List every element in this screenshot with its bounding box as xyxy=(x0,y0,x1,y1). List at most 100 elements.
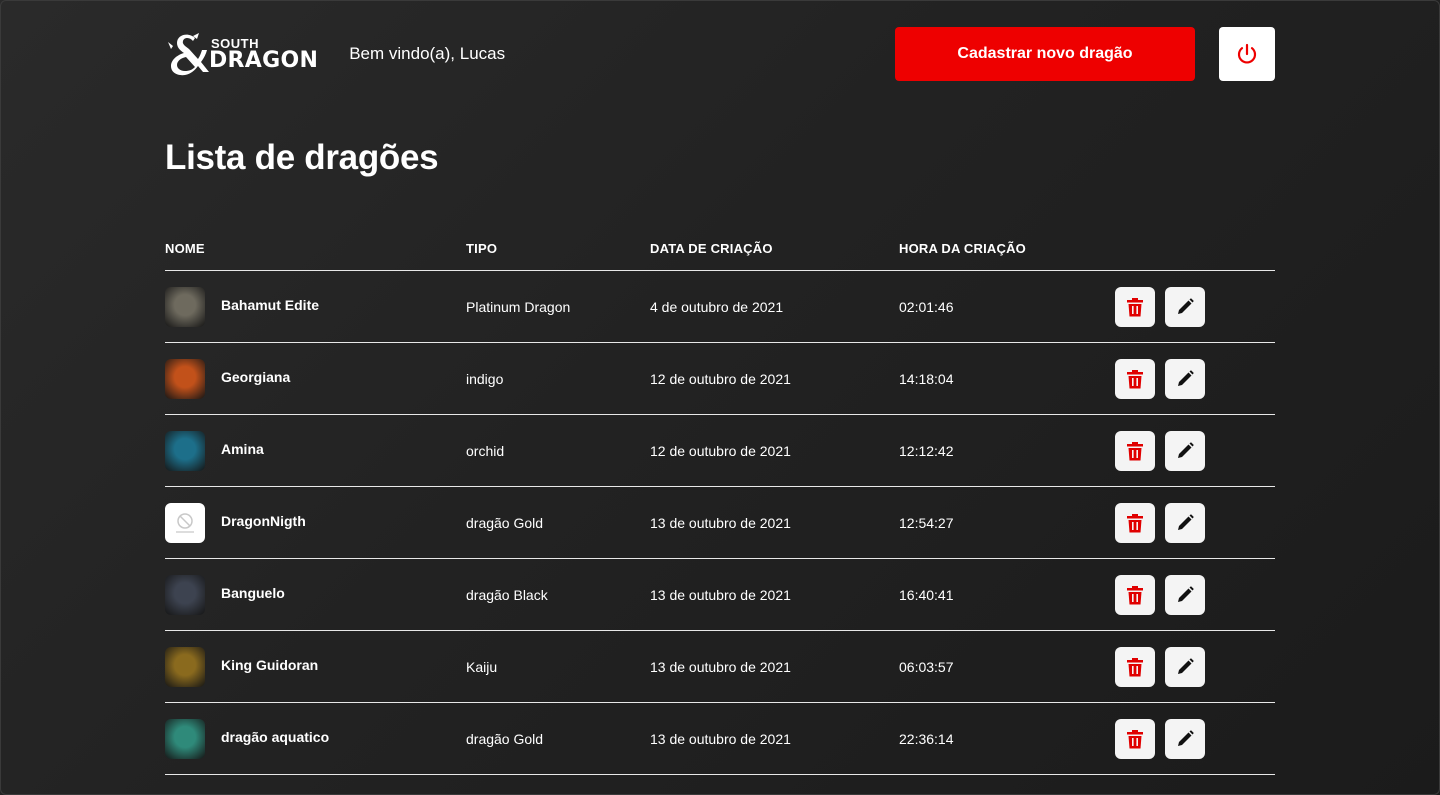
creation-time: 06:03:57 xyxy=(899,658,954,675)
placeholder-image-icon xyxy=(176,512,194,533)
trash-icon xyxy=(1127,657,1143,676)
row-actions xyxy=(1115,574,1275,615)
creation-time: 02:01:46 xyxy=(899,298,954,315)
dragon-thumbnail xyxy=(165,718,205,759)
column-header-type: TIPO xyxy=(466,241,498,256)
column-header-time: HORA DA CRIAÇÃO xyxy=(899,241,1026,256)
pencil-icon xyxy=(1178,369,1194,386)
pencil-icon xyxy=(1178,513,1194,530)
creation-date: 12 de outubro de 2021 xyxy=(650,370,791,387)
delete-button[interactable] xyxy=(1115,502,1155,543)
creation-time: 14:18:04 xyxy=(899,370,954,387)
dragon-name: King Guidoran xyxy=(221,656,319,673)
row-actions xyxy=(1115,502,1275,543)
trash-icon xyxy=(1127,513,1143,532)
dragon-thumbnail xyxy=(165,286,205,327)
name-cell: DragonNigth xyxy=(165,502,466,543)
dragon-name: Bahamut Edite xyxy=(221,296,320,313)
table-row[interactable]: King Guidoran Kaiju 13 de outubro de 202… xyxy=(165,631,1275,703)
table-body: Bahamut Edite Platinum Dragon 4 de outub… xyxy=(165,271,1275,775)
dragon-name: DragonNigth xyxy=(221,512,306,529)
name-cell: Amina xyxy=(165,430,466,471)
logout-button[interactable] xyxy=(1219,27,1275,81)
delete-button[interactable] xyxy=(1115,646,1155,687)
creation-time: 12:12:42 xyxy=(899,442,954,459)
creation-time: 22:36:14 xyxy=(899,730,954,747)
name-cell: Bahamut Edite xyxy=(165,286,466,327)
dragon-thumbnail xyxy=(165,574,205,615)
table-row[interactable]: Banguelo dragão Black 13 de outubro de 2… xyxy=(165,559,1275,631)
dragon-thumbnail xyxy=(165,646,205,687)
creation-date: 13 de outubro de 2021 xyxy=(650,586,791,603)
creation-date: 13 de outubro de 2021 xyxy=(650,658,791,675)
pencil-icon xyxy=(1178,729,1194,746)
dragon-table: NOME TIPO DATA DE CRIAÇÃO HORA DA CRIAÇÃ… xyxy=(165,232,1275,775)
delete-button[interactable] xyxy=(1115,286,1155,327)
edit-button[interactable] xyxy=(1165,502,1205,543)
creation-time: 12:54:27 xyxy=(899,514,954,531)
creation-date: 13 de outubro de 2021 xyxy=(650,514,791,531)
dragon-type: dragão Black xyxy=(466,586,548,603)
dragon-type: indigo xyxy=(466,370,504,387)
pencil-icon xyxy=(1178,657,1194,674)
dragon-type: dragão Gold xyxy=(466,730,544,747)
edit-button[interactable] xyxy=(1165,574,1205,615)
south-dragon-logo[interactable]: SOUTH DRAGON xyxy=(165,32,318,76)
trash-icon xyxy=(1127,369,1143,388)
edit-button[interactable] xyxy=(1165,430,1205,471)
table-row[interactable]: Bahamut Edite Platinum Dragon 4 de outub… xyxy=(165,271,1275,343)
creation-date: 4 de outubro de 2021 xyxy=(650,298,784,315)
table-header: NOME TIPO DATA DE CRIAÇÃO HORA DA CRIAÇÃ… xyxy=(165,232,1275,271)
edit-button[interactable] xyxy=(1165,718,1205,759)
dragon-name: Banguelo xyxy=(221,584,285,601)
delete-button[interactable] xyxy=(1115,358,1155,399)
dragon-name: Georgiana xyxy=(221,368,291,385)
table-row[interactable]: DragonNigth dragão Gold 13 de outubro de… xyxy=(165,487,1275,559)
table-row[interactable]: dragão aquatico dragão Gold 13 de outubr… xyxy=(165,703,1275,775)
dragon-name: dragão aquatico xyxy=(221,728,330,745)
dragon-thumbnail xyxy=(165,430,205,471)
new-dragon-button[interactable]: Cadastrar novo dragão xyxy=(895,27,1195,81)
trash-icon xyxy=(1127,297,1143,316)
pencil-icon xyxy=(1178,585,1194,602)
table-row[interactable]: Amina orchid 12 de outubro de 2021 12:12… xyxy=(165,415,1275,487)
dragon-type: Kaiju xyxy=(466,658,498,675)
delete-button[interactable] xyxy=(1115,718,1155,759)
logo-text-bottom: DRAGON xyxy=(209,47,319,73)
edit-button[interactable] xyxy=(1165,646,1205,687)
trash-icon xyxy=(1127,585,1143,604)
name-cell: Georgiana xyxy=(165,358,466,399)
dragon-type: orchid xyxy=(466,442,505,459)
edit-button[interactable] xyxy=(1165,286,1205,327)
creation-time: 16:40:41 xyxy=(899,586,954,603)
dragon-name: Amina xyxy=(221,440,264,457)
delete-button[interactable] xyxy=(1115,574,1155,615)
row-actions xyxy=(1115,646,1275,687)
row-actions xyxy=(1115,430,1275,471)
delete-button[interactable] xyxy=(1115,430,1155,471)
creation-date: 13 de outubro de 2021 xyxy=(650,730,791,747)
row-actions xyxy=(1115,358,1275,399)
dragon-thumbnail xyxy=(165,358,205,399)
row-actions xyxy=(1115,718,1275,759)
pencil-icon xyxy=(1178,441,1194,458)
top-header: SOUTH DRAGON Bem vindo(a), Lucas Cadastr… xyxy=(165,27,1275,81)
pencil-icon xyxy=(1178,297,1194,314)
name-cell: Banguelo xyxy=(165,574,466,615)
column-header-name: NOME xyxy=(165,241,205,256)
trash-icon xyxy=(1127,729,1143,748)
name-cell: King Guidoran xyxy=(165,646,466,687)
ampersand-dragon-logo-icon xyxy=(168,33,209,76)
edit-button[interactable] xyxy=(1165,358,1205,399)
table-row[interactable]: Georgiana indigo 12 de outubro de 2021 1… xyxy=(165,343,1275,415)
creation-date: 12 de outubro de 2021 xyxy=(650,442,791,459)
dragon-type: Platinum Dragon xyxy=(466,298,571,315)
dragon-type: dragão Gold xyxy=(466,514,544,531)
name-cell: dragão aquatico xyxy=(165,718,466,759)
welcome-message: Bem vindo(a), Lucas xyxy=(349,44,506,63)
trash-icon xyxy=(1127,441,1143,460)
power-icon xyxy=(1237,43,1257,64)
row-actions xyxy=(1115,286,1275,327)
dragon-thumbnail xyxy=(165,502,205,543)
column-header-date: DATA DE CRIAÇÃO xyxy=(650,241,773,256)
